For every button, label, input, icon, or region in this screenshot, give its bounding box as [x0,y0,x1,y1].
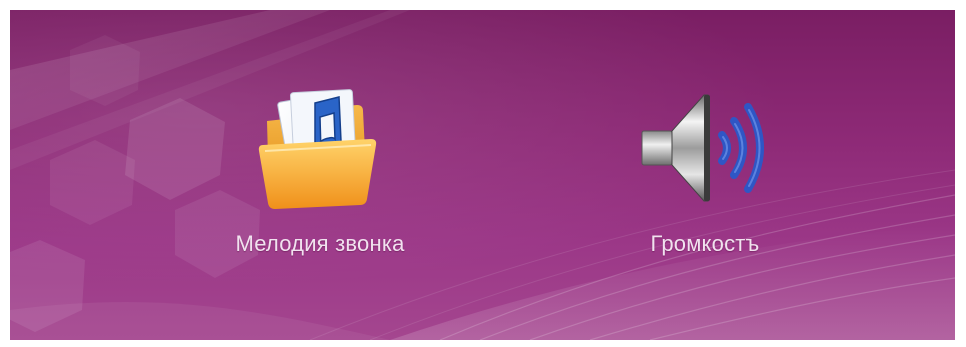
speaker-volume-icon [641,94,764,202]
menu-item-ringtone-label: Мелодия звонка [235,231,405,256]
menu-item-ringtone[interactable]: Мелодия звонка [170,18,470,318]
device-frame: Мелодия звонка Громкостъ [0,0,966,347]
settings-screen: Мелодия звонка Громкостъ [10,10,955,340]
menu-item-volume[interactable]: Громкостъ [555,18,855,318]
music-folder-icon [258,89,377,209]
menu-item-volume-label: Громкостъ [650,231,760,256]
